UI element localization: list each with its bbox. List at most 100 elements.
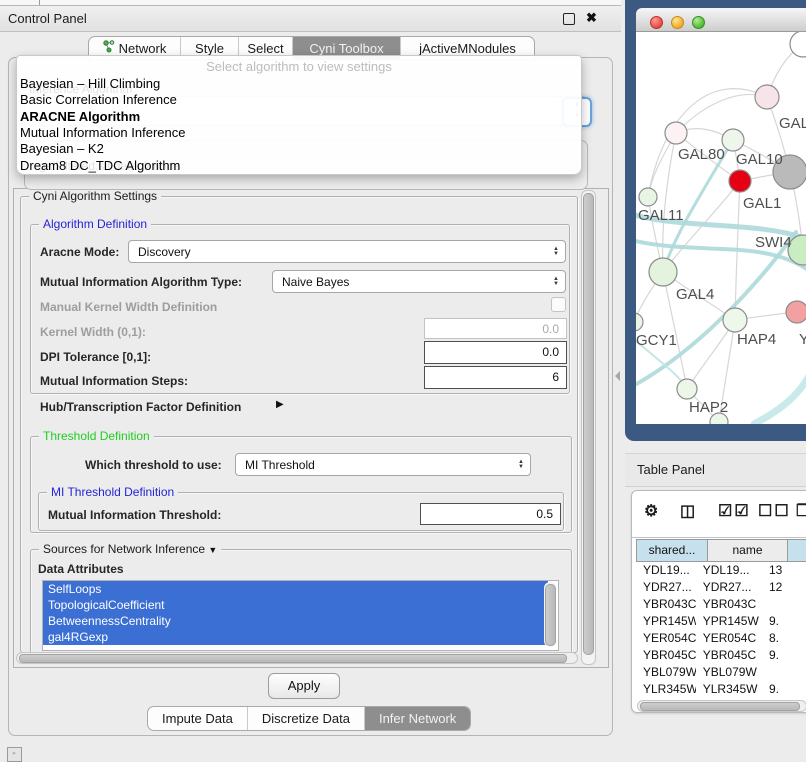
mi-steps-field[interactable]: 6 [424, 366, 567, 389]
table-cell [762, 664, 806, 681]
table-panel-titlebar: Table Panel [625, 453, 806, 487]
table-row[interactable]: YBR043CYBR043C [636, 596, 806, 613]
attribute-item[interactable]: gal4RGexp [43, 629, 548, 645]
which-threshold-value: MI Threshold [245, 458, 315, 472]
tab-discretize-data[interactable]: Discretize Data [248, 707, 365, 730]
table-cell: YDR27... [636, 579, 696, 596]
attribute-item[interactable]: BetweennessCentrality [43, 613, 548, 629]
network-node-gal80[interactable] [665, 122, 687, 144]
network-view-canvas[interactable]: GALGAL80GAL10GAL1GAL11SWI4GAL4HAP4YGCY1H… [636, 32, 806, 424]
mi-steps-label: Mutual Information Steps: [40, 374, 188, 388]
node-label-hap2: HAP2 [689, 399, 728, 416]
node-label-gal11: GAL11 [638, 207, 684, 224]
dpi-tolerance-label: DPI Tolerance [0,1]: [40, 350, 151, 364]
table-hscrollbar[interactable] [637, 700, 806, 712]
kernel-width-field[interactable]: 0.0 [424, 318, 567, 339]
float-window-icon[interactable] [563, 13, 575, 25]
dropdown-item[interactable]: Bayesian – K2 [20, 141, 104, 157]
combo-arrows-icon: ▲▼ [553, 277, 559, 287]
network-node-y[interactable] [786, 301, 806, 323]
zoom-traffic-light-icon[interactable] [692, 16, 705, 29]
node-label-gal: GAL [779, 115, 806, 132]
table-cell: YBR045C [696, 647, 762, 664]
top-strip-tick [39, 0, 40, 5]
split-columns-icon[interactable]: ◫ [680, 501, 697, 521]
network-node-gal4[interactable] [649, 258, 677, 286]
table-cell: YBL079W [696, 664, 762, 681]
manual-kernel-checkbox[interactable] [551, 297, 566, 312]
table-row[interactable]: YBL079WYBL079W [636, 664, 806, 681]
dropdown-item[interactable]: Basic Correlation Inference [20, 92, 177, 108]
table-cell: 9. [762, 613, 806, 630]
apply-button[interactable]: Apply [268, 673, 340, 699]
table-row[interactable]: YDL19...YDL19...13 [636, 562, 806, 579]
mi-type-select[interactable]: Naive Bayes ▲▼ [272, 270, 566, 293]
combo-arrows-icon: ▲▼ [518, 460, 524, 470]
table-cell: YBR043C [636, 596, 696, 613]
table-cell: YBL079W [636, 664, 696, 681]
control-panel-titlebar: Control Panel ✖ [0, 6, 621, 32]
column-header[interactable]: shared... [636, 539, 708, 562]
collapse-down-icon[interactable]: ▼ [208, 545, 217, 555]
table-row[interactable]: YLR345WYLR345W9. [636, 681, 806, 698]
dpi-tolerance-field[interactable]: 0.0 [424, 341, 567, 364]
close-traffic-light-icon[interactable] [650, 16, 663, 29]
dropdown-item[interactable]: ARACNE Algorithm [20, 109, 140, 125]
network-node-hap2[interactable] [677, 379, 697, 399]
table-cell: YLR345W [636, 681, 696, 698]
threshold-definition-title: Threshold Definition [39, 429, 154, 443]
network-node-gal1[interactable] [729, 170, 751, 192]
tab-infer-network[interactable]: Infer Network [365, 707, 470, 730]
deselect-all-icon[interactable]: ☐☐ [758, 501, 791, 521]
column-header[interactable]: name [708, 539, 788, 562]
network-node-hap4[interactable] [723, 308, 747, 332]
network-node-gal10[interactable] [722, 129, 744, 151]
dropdown-item[interactable]: Bayesian – Hill Climbing [20, 76, 160, 92]
node-label-swi4: SWI4 [755, 234, 792, 251]
close-icon[interactable]: ✖ [586, 10, 597, 26]
network-node-gal[interactable] [755, 85, 779, 109]
table-row[interactable]: YPR145WYPR145W9. [636, 613, 806, 630]
table-cell [762, 596, 806, 613]
table-cell: YER054C [636, 630, 696, 647]
attribute-item[interactable]: TopologicalCoefficient [43, 597, 548, 613]
node-table: ⚙ ◫ ☑☑ ☐☐❐ shared...nameA YDL19...YDL19...1… [631, 490, 806, 713]
attribute-item[interactable]: SelfLoops [43, 581, 548, 597]
table-cell: YDR27... [696, 579, 762, 596]
column-header[interactable]: A [788, 539, 806, 562]
dropdown-item[interactable]: Mutual Information Inference [20, 125, 185, 141]
which-threshold-select[interactable]: MI Threshold ▲▼ [235, 453, 531, 476]
network-edge [754, 370, 806, 424]
algorithm-definition-title: Algorithm Definition [39, 217, 151, 231]
network-window-titlebar[interactable] [636, 8, 806, 32]
table-header-row: shared...nameA [636, 539, 806, 562]
minimize-traffic-light-icon[interactable] [671, 16, 684, 29]
network-node-gal11[interactable] [639, 188, 657, 206]
attributes-list-scrollbar[interactable] [544, 582, 556, 647]
settings-vscrollbar[interactable] [581, 190, 596, 665]
restore-panel-button[interactable]: ▸ [7, 747, 22, 762]
dropdown-item[interactable]: Dream8 DC_TDC Algorithm [20, 158, 180, 174]
gear-icon[interactable]: ⚙ [644, 501, 660, 521]
data-attributes-list[interactable]: SelfLoopsTopologicalCoefficientBetweenne… [42, 580, 559, 651]
aracne-mode-label: Aracne Mode: [40, 245, 119, 259]
table-cell: 9. [762, 681, 806, 698]
aracne-mode-select[interactable]: Discovery ▲▼ [128, 240, 566, 263]
screenshot-root: Control Panel ✖ NetworkStyleSelectCyni T… [0, 0, 806, 762]
algorithm-dropdown-popup: Inference Algorithm galFiltered.sif defa… [16, 55, 582, 175]
select-all-icon[interactable]: ☑☑ [718, 501, 751, 521]
expand-right-icon[interactable]: ▶ [276, 399, 284, 410]
table-row[interactable]: YBR045CYBR045C9. [636, 647, 806, 664]
table-row[interactable]: YDR27...YDR27...12 [636, 579, 806, 596]
table-cell: YPR145W [636, 613, 696, 630]
cyni-mode-tab-bar: Impute DataDiscretize DataInfer Network [147, 706, 471, 731]
table-row[interactable]: YER054CYER054C8. [636, 630, 806, 647]
table-cell: YDL19... [636, 562, 696, 579]
sources-title: Sources for Network Inference ▼ [39, 542, 221, 556]
network-node-gcy1[interactable] [636, 313, 643, 331]
page-icon[interactable]: ❐ [796, 501, 806, 521]
panel-divider-handle-icon[interactable] [615, 371, 620, 381]
mi-threshold-field[interactable]: 0.5 [420, 503, 561, 525]
settings-hscrollbar[interactable] [16, 652, 578, 664]
tab-impute-data[interactable]: Impute Data [148, 707, 248, 730]
